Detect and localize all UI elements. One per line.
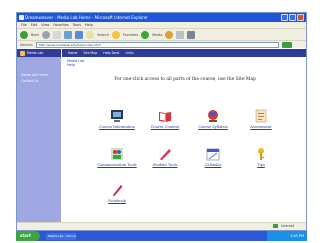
mail-icon[interactable] [176,30,185,39]
back-icon[interactable] [20,30,28,39]
calendar-icon [206,148,220,161]
sidebar-title: Media Lab [27,51,44,55]
stop-icon[interactable] [53,30,62,39]
link-student-tools[interactable]: Student Tools [145,147,185,168]
window-controls [281,14,304,21]
document-icon [255,109,267,123]
sidebar-link-contact[interactable]: Contact Us [17,77,61,83]
link-course-content[interactable]: Course Content [145,109,185,130]
forward-icon[interactable] [42,30,51,39]
taskbar-window-button[interactable]: Media Lab - Microsoft [46,232,76,240]
link-label[interactable]: Communication Tools [97,163,137,168]
status-text: Internet [281,224,294,228]
browser-window: Dreamweaver - Media Lab Home - Microsoft… [16,12,307,231]
link-assessment[interactable]: Assessment [241,109,281,130]
logo-icon [20,50,25,56]
nav-site-map[interactable]: Site Map [83,51,97,55]
link-label[interactable]: Course Information [97,125,137,130]
link-label[interactable]: Tips [241,163,281,168]
refresh-icon[interactable] [64,30,73,39]
link-tips[interactable]: Tips [241,147,281,168]
nav-home[interactable]: Home [68,51,77,55]
link-label[interactable]: Assessment [241,125,281,130]
intro-text: For one-click access to all parts of the… [114,77,256,82]
nav-help-desk[interactable]: Help Desk [103,51,119,55]
book-icon [159,112,171,122]
address-label: Address [20,42,33,47]
link-label[interactable]: Student Tools [145,163,185,168]
go-button[interactable] [282,41,292,48]
address-input[interactable]: http://www.medialab.edu/help/index.html [35,41,279,48]
title-bar: Dreamweaver - Media Lab Home - Microsoft… [17,13,306,22]
link-notebook[interactable]: Notebook [97,183,137,204]
favorites-icon[interactable] [111,30,120,39]
history-icon[interactable] [165,30,174,39]
link-course-syllabus[interactable]: Course Syllabus [193,109,233,130]
system-tray-clock: 3:45 PM [267,231,307,241]
maximize-button[interactable] [289,14,296,21]
media-label[interactable]: Media [152,33,162,37]
link-label[interactable]: Calendar [193,163,233,168]
taskbar: start Media Lab - Microsoft 3:45 PM [16,231,307,241]
link-calendar[interactable]: Calendar [193,147,233,168]
search-icon[interactable] [86,30,95,39]
link-label[interactable]: Course Content [145,125,185,130]
computer-icon [111,110,123,122]
start-button[interactable]: start [16,231,40,241]
home-icon[interactable] [75,30,84,39]
sidebar: Media Lab Media Lab Home Contact Us [17,49,61,222]
link-course-information[interactable]: Course Information [97,109,137,130]
main-content: Media Lab Help For one-click access to a… [63,59,306,219]
pencil-icon [160,149,171,160]
breadcrumb-current[interactable]: Help [63,63,306,67]
toolbar: Back Search Favorites Media [17,28,306,40]
favorites-label[interactable]: Favorites [123,33,138,37]
globe-icon [208,110,218,122]
address-bar: Address http://www.medialab.edu/help/ind… [17,40,306,48]
nav-links[interactable]: Links [126,51,134,55]
sidebar-header: Media Lab [17,49,61,57]
close-button[interactable] [297,14,304,21]
browser-icon [19,15,24,20]
minimize-button[interactable] [281,14,288,21]
link-communication-tools[interactable]: Communication Tools [97,147,137,168]
top-navigation: Home Site Map Help Desk Links [62,49,306,57]
search-label[interactable]: Search [97,33,109,37]
internet-zone-icon [273,224,279,228]
notebook-pen-icon [113,185,123,196]
window-title: Dreamweaver - Media Lab Home - Microsoft… [25,15,148,20]
key-icon [258,148,264,160]
print-icon[interactable] [187,30,196,39]
back-label[interactable]: Back [31,33,39,37]
people-icon [111,148,123,160]
status-bar: Internet [17,222,306,230]
link-label[interactable]: Course Syllabus [193,125,233,130]
link-label[interactable]: Notebook [97,199,137,204]
media-icon[interactable] [141,30,150,39]
